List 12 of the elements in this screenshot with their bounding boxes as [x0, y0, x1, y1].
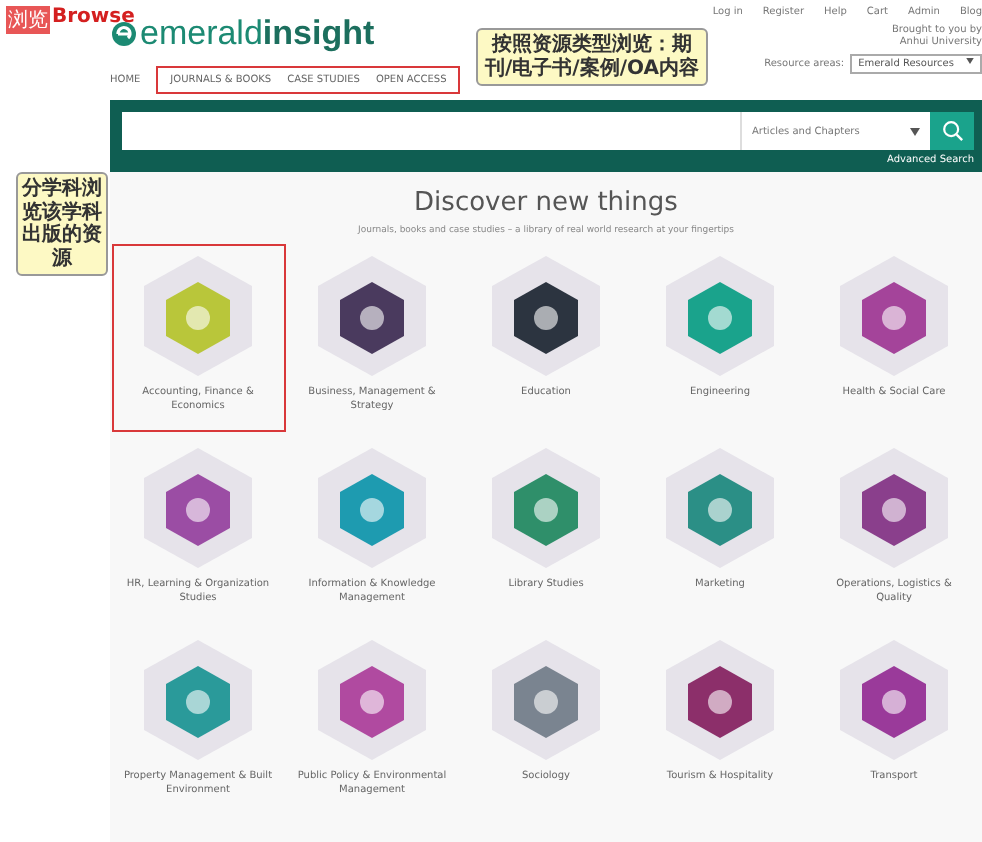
annotation-callout: 分学科浏览该学科出版的资源 — [16, 172, 108, 276]
logo-icon — [110, 20, 138, 48]
annotation-callout: 按照资源类型浏览：期刊/电子书/案例/OA内容 — [476, 28, 708, 86]
search-field[interactable] — [122, 112, 740, 150]
search-icon — [941, 120, 963, 142]
logo-text: emeraldinsight — [140, 14, 375, 54]
caret-icon — [910, 127, 920, 135]
section-title: Discover new things — [414, 188, 678, 218]
search-button[interactable] — [930, 112, 974, 150]
annotation-label: Browse — [52, 6, 135, 32]
annotation-tag: 浏览 — [6, 6, 50, 34]
caret-icon — [966, 58, 974, 64]
